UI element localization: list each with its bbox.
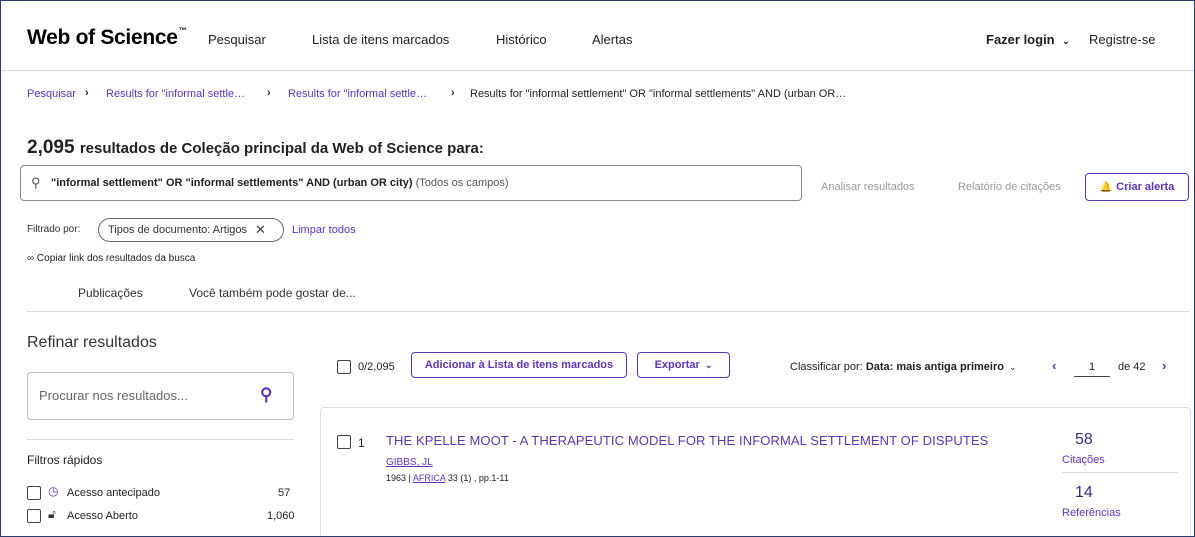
login-button[interactable]: Fazer login ⌄ bbox=[986, 32, 1070, 47]
filter-early-access-label: Acesso antecipado bbox=[67, 487, 160, 499]
citation-report-button[interactable]: Relatório de citações bbox=[958, 181, 1061, 193]
references-label[interactable]: Referências bbox=[1062, 507, 1121, 519]
citations-count[interactable]: 58 bbox=[1075, 431, 1093, 449]
result-checkbox[interactable] bbox=[337, 435, 351, 449]
selected-count: 0/2,095 bbox=[358, 361, 395, 373]
chevron-down-icon: ⌄ bbox=[1062, 36, 1070, 46]
link-icon: ∞ bbox=[27, 253, 35, 264]
breadcrumb-results-1[interactable]: Results for "informal settle… bbox=[106, 88, 245, 100]
nav-marked-list[interactable]: Lista de itens marcados bbox=[312, 32, 449, 47]
search-icon: ⚲ bbox=[31, 175, 41, 190]
bell-icon: 🔔 bbox=[1099, 181, 1113, 193]
query-box[interactable]: ⚲ "informal settlement" OR "informal set… bbox=[20, 165, 802, 201]
refine-search-field[interactable]: ⚲ bbox=[27, 372, 294, 420]
refine-title: Refinar resultados bbox=[27, 334, 157, 351]
citations-label[interactable]: Citações bbox=[1062, 454, 1105, 466]
header-divider bbox=[1, 70, 1194, 71]
results-summary: 2,095 resultados de Coleção principal da… bbox=[27, 137, 484, 158]
select-all-checkbox[interactable] bbox=[337, 360, 351, 374]
nav-alerts[interactable]: Alertas bbox=[592, 32, 632, 47]
nav-search[interactable]: Pesquisar bbox=[208, 32, 266, 47]
breadcrumb-results-2[interactable]: Results for "informal settle… bbox=[288, 88, 427, 100]
result-journal[interactable]: AFRICA bbox=[413, 473, 446, 483]
quick-filters-title: Filtros rápidos bbox=[27, 453, 103, 467]
app-window: Web of Science™ Pesquisar Lista de itens… bbox=[0, 0, 1195, 537]
chevron-down-icon: ⌄ bbox=[704, 359, 713, 370]
clear-all-link[interactable]: Limpar todos bbox=[292, 224, 356, 236]
prev-page-button[interactable]: ‹ bbox=[1052, 358, 1056, 373]
filter-open-access-count: 1,060 bbox=[267, 510, 295, 522]
sort-control[interactable]: Classificar por: Data: mais antiga prime… bbox=[790, 361, 1017, 373]
analyze-results-button[interactable]: Analisar resultados bbox=[821, 181, 915, 193]
create-alert-button[interactable]: 🔔 Criar alerta bbox=[1085, 173, 1189, 201]
filter-early-access-checkbox[interactable] bbox=[27, 486, 41, 500]
close-icon[interactable]: ✕ bbox=[255, 222, 266, 238]
page-input[interactable]: 1 bbox=[1074, 361, 1110, 377]
query-text: "informal settlement" OR "informal settl… bbox=[51, 177, 509, 189]
result-source: 1963 | AFRICA 33 (1) , pp.1-11 bbox=[386, 473, 509, 483]
tabs-divider bbox=[27, 311, 1189, 312]
result-title[interactable]: THE KPELLE MOOT - A THERAPEUTIC MODEL FO… bbox=[386, 433, 988, 448]
filter-chip[interactable]: Tipos de documento: Artigos ✕ bbox=[98, 218, 284, 242]
breadcrumb-separator: › bbox=[267, 87, 271, 99]
export-button[interactable]: Exportar ⌄ bbox=[637, 352, 730, 378]
tab-you-may-also-like[interactable]: Você também pode gostar de... bbox=[189, 286, 356, 300]
page-total: de 42 bbox=[1118, 361, 1146, 373]
filter-open-access-checkbox[interactable] bbox=[27, 509, 41, 523]
breadcrumb-search[interactable]: Pesquisar bbox=[27, 88, 76, 100]
breadcrumb-current: Results for "informal settlement" OR "in… bbox=[470, 88, 847, 100]
breadcrumb-separator: › bbox=[85, 87, 89, 99]
search-icon[interactable]: ⚲ bbox=[260, 385, 272, 405]
result-index: 1 bbox=[358, 436, 365, 450]
result-author[interactable]: GIBBS, JL bbox=[386, 457, 433, 468]
logo[interactable]: Web of Science™ bbox=[27, 26, 187, 50]
register-link[interactable]: Registre-se bbox=[1089, 32, 1155, 47]
metrics-divider bbox=[1062, 472, 1178, 473]
nav-history[interactable]: Histórico bbox=[496, 32, 547, 47]
filter-label: Filtrado por: bbox=[27, 224, 81, 235]
sidebar-divider bbox=[27, 439, 294, 440]
add-to-marked-list-button[interactable]: Adicionar à Lista de itens marcados bbox=[411, 352, 627, 378]
lock-open-icon: 🔓︎ bbox=[48, 507, 56, 521]
filter-open-access-label: Acesso Aberto bbox=[67, 510, 138, 522]
next-page-button[interactable]: › bbox=[1162, 358, 1166, 373]
filter-early-access-count: 57 bbox=[278, 487, 291, 499]
clock-icon: ◷ bbox=[48, 484, 59, 498]
chevron-down-icon: ⌄ bbox=[1009, 362, 1017, 372]
copy-link[interactable]: ∞ Copiar link dos resultados da busca bbox=[27, 253, 195, 264]
breadcrumb-separator: › bbox=[451, 87, 455, 99]
refine-search-input[interactable] bbox=[37, 387, 241, 404]
references-count[interactable]: 14 bbox=[1075, 484, 1093, 502]
result-card bbox=[320, 407, 1191, 536]
tab-publications[interactable]: Publicações bbox=[78, 286, 143, 300]
